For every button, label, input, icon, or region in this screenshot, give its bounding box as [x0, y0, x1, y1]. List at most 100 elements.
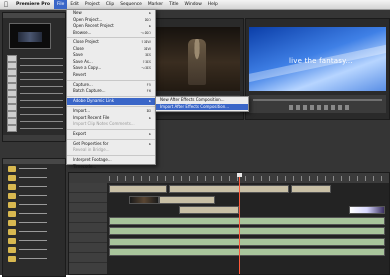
menu-item-label: Save As... [73, 58, 93, 64]
timeline-panel[interactable] [68, 172, 390, 275]
list-item[interactable] [7, 62, 63, 69]
list-item[interactable] [7, 97, 63, 104]
project-panel-footer [3, 135, 65, 141]
menu-item-label: Save [73, 52, 83, 58]
list-item[interactable] [3, 236, 65, 245]
list-item[interactable] [3, 173, 65, 182]
clip-icon [7, 62, 17, 69]
track-header[interactable] [69, 233, 107, 243]
menu-item-shortcut: F6 [146, 89, 151, 94]
list-item[interactable] [3, 164, 65, 173]
program-monitor[interactable]: live the fantasy... [245, 18, 390, 120]
folder-icon [8, 228, 16, 235]
track-header[interactable] [69, 223, 107, 233]
clip-icon [7, 125, 17, 132]
submenu-arrow-icon: ▸ [149, 99, 151, 104]
audio-clip[interactable] [109, 237, 385, 246]
list-item[interactable] [3, 200, 65, 209]
video-clip[interactable] [159, 195, 215, 204]
list-item[interactable] [7, 76, 63, 83]
menu-item-import-ae-composition[interactable]: Import After Effects Composition... [156, 103, 248, 110]
menu-item-label: Open Recent Project [73, 23, 114, 28]
project-panel-tab[interactable] [3, 13, 65, 18]
video-clip[interactable] [129, 195, 159, 204]
list-item[interactable] [7, 104, 63, 111]
video-clip[interactable] [169, 185, 289, 193]
list-item[interactable] [7, 125, 63, 132]
program-scrub-bar[interactable] [253, 99, 382, 101]
track-header[interactable] [69, 183, 107, 193]
menu-window[interactable]: Window [181, 0, 204, 9]
menu-file[interactable]: File [54, 0, 68, 9]
video-clip[interactable] [291, 185, 331, 193]
menu-project[interactable]: Project [82, 0, 103, 9]
playhead[interactable] [237, 173, 242, 274]
video-clip[interactable] [179, 206, 239, 214]
menu-item-revert[interactable]: Revert [67, 72, 155, 79]
folder-icon [8, 246, 16, 253]
clip-icon [7, 118, 17, 125]
menu-item-label: Capture... [73, 81, 93, 87]
list-item[interactable] [3, 218, 65, 227]
menu-item-adobe-dynamic-link[interactable]: Adobe Dynamic Link ▸ [67, 98, 155, 105]
menu-marker[interactable]: Marker [145, 0, 166, 9]
menu-item-browse[interactable]: Browse... ⌥⌘O [67, 30, 155, 37]
list-item[interactable] [7, 55, 63, 62]
app-menu[interactable]: Premiere Pro [12, 2, 54, 7]
video-clip[interactable] [109, 185, 167, 193]
menu-item-reveal-in-bridge[interactable]: Reveal in Bridge... [67, 147, 155, 154]
track-header[interactable] [69, 203, 107, 213]
audio-clip[interactable] [109, 248, 385, 256]
time-ruler[interactable] [109, 176, 385, 181]
menu-help[interactable]: Help [205, 0, 221, 9]
clip-icon [7, 69, 17, 76]
menu-sequence[interactable]: Sequence [117, 0, 145, 9]
menu-clip[interactable]: Clip [103, 0, 117, 9]
track-header[interactable] [69, 213, 107, 223]
clip-icon [7, 97, 17, 104]
project-panel[interactable] [2, 12, 66, 142]
track-header[interactable] [69, 253, 107, 263]
menu-separator [67, 95, 155, 97]
list-item[interactable] [3, 227, 65, 236]
track-header[interactable] [69, 193, 107, 203]
effects-panel[interactable] [2, 158, 66, 277]
list-item[interactable] [7, 83, 63, 90]
menu-item-label: Import Recent File [73, 114, 110, 120]
audio-clip[interactable] [109, 227, 385, 235]
menu-item-label: Close [73, 45, 84, 51]
list-item[interactable] [3, 209, 65, 218]
list-item[interactable] [7, 111, 63, 118]
list-item[interactable] [7, 69, 63, 76]
list-item[interactable] [3, 254, 65, 263]
list-item[interactable] [3, 245, 65, 254]
apple-icon[interactable]:  [0, 1, 12, 8]
playhead-handle[interactable] [237, 173, 242, 177]
menu-item-label: Export [73, 130, 87, 136]
list-item[interactable] [7, 90, 63, 97]
audio-clip[interactable] [109, 216, 385, 225]
program-playback-buttons[interactable] [289, 105, 349, 110]
clip-icon [7, 76, 17, 83]
video-clip[interactable] [349, 206, 385, 214]
menu-item-export[interactable]: Export ▸ [67, 131, 155, 138]
menu-item-shortcut: ⌥⌘O [140, 30, 151, 35]
menu-edit[interactable]: Edit [67, 0, 82, 9]
folder-icon [8, 165, 16, 172]
menu-item-import-clip-notes-comments[interactable]: Import Clip Notes Comments... [67, 121, 155, 128]
file-menu-dropdown: New ▸ Open Project... ⌘O Open Recent Project… [66, 9, 156, 169]
list-item[interactable] [3, 182, 65, 191]
list-item[interactable] [7, 118, 63, 125]
menu-separator [67, 37, 155, 39]
clip-icon [7, 111, 17, 118]
folder-icon [8, 219, 16, 226]
track-header[interactable] [69, 243, 107, 253]
dynamic-link-submenu: New After Effects Composition... Import … [155, 96, 249, 112]
menu-title[interactable]: Title [166, 0, 181, 9]
menu-item-batch-capture[interactable]: Batch Capture... F6 [67, 88, 155, 95]
menu-item-timecode[interactable]: Timecode... [67, 164, 155, 171]
menu-item-label: New [73, 10, 82, 15]
menu-item-label: Reveal in Bridge... [73, 147, 110, 153]
list-item[interactable] [3, 191, 65, 200]
track-headers [69, 183, 107, 274]
